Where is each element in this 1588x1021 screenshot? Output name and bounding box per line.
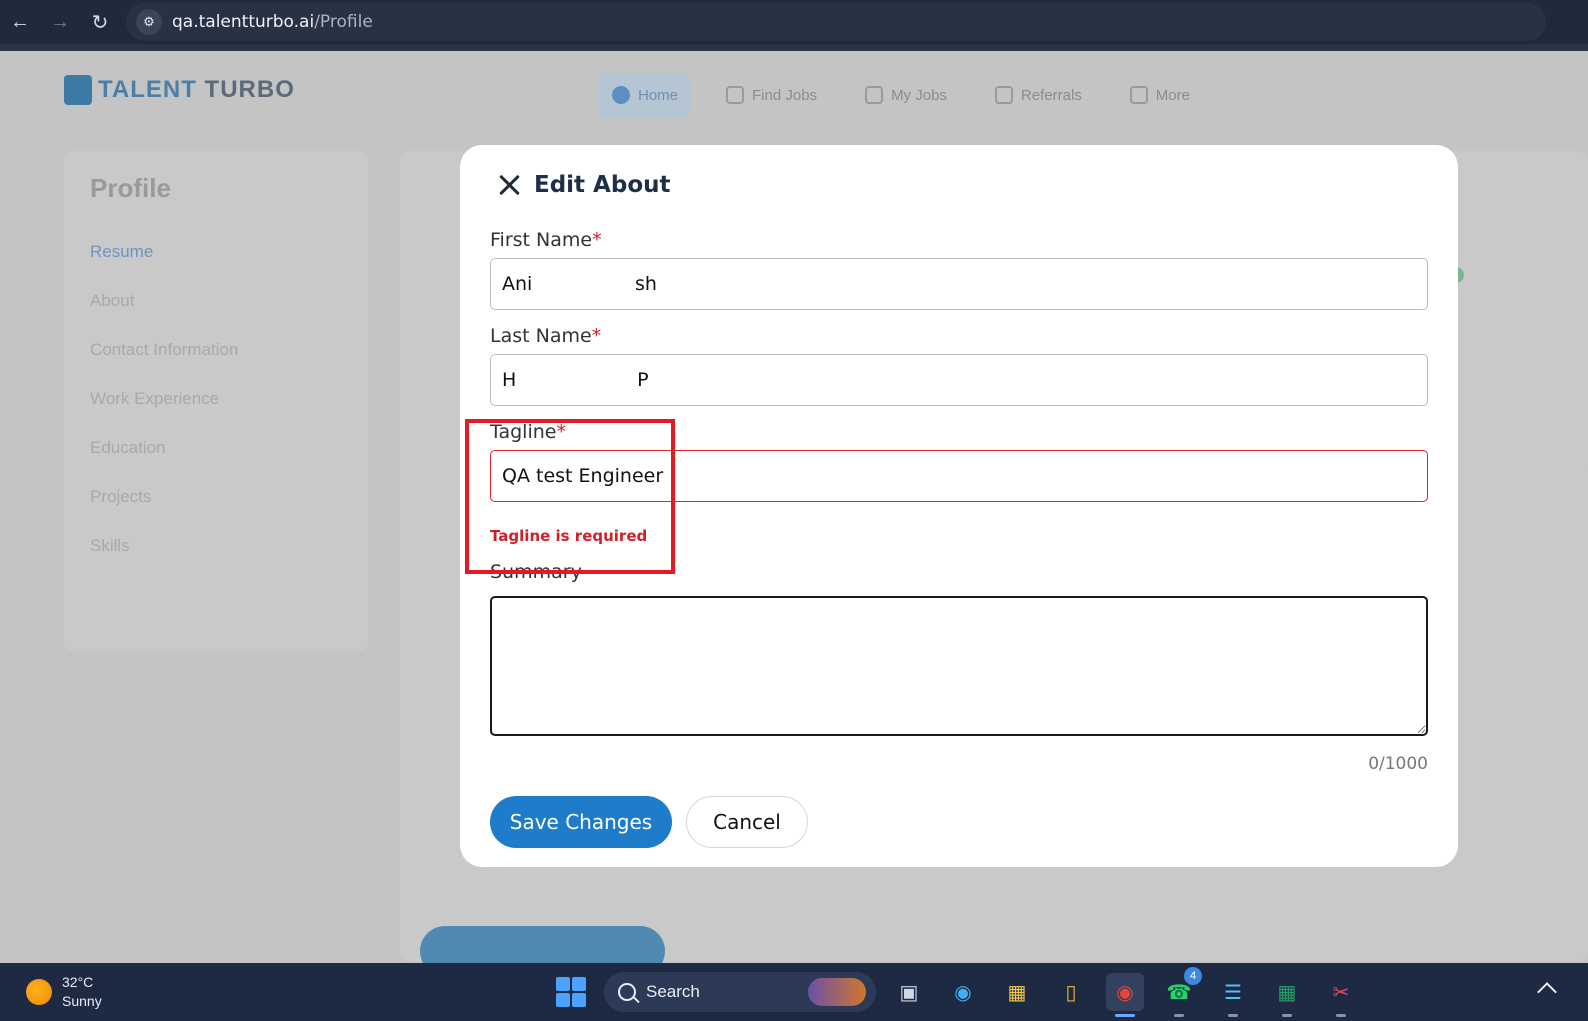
- browser-toolbar: ← → ↻ ⚙ qa.talentturbo.ai/Profile: [0, 0, 1588, 51]
- chrome-browser-icon[interactable]: ◉: [1106, 973, 1144, 1017]
- sidebar-item-work-experience: Work Experience: [90, 389, 220, 408]
- tagline-label: Tagline*: [490, 421, 566, 443]
- nav-more: More: [1116, 73, 1204, 117]
- whatsapp-icon[interactable]: ☎ 4: [1160, 967, 1202, 1017]
- top-navigation: Home Find Jobs My Jobs Referrals More: [598, 73, 1204, 117]
- address-bar[interactable]: ⚙ qa.talentturbo.ai/Profile: [126, 3, 1546, 41]
- notepad-icon[interactable]: ☰: [1214, 973, 1252, 1017]
- sidebar-item-resume: Resume: [90, 242, 154, 261]
- sidebar-title: Profile: [90, 173, 171, 203]
- edit-about-modal: Edit About First Name* Last Name* Taglin…: [460, 145, 1458, 867]
- site-settings-icon[interactable]: ⚙: [136, 9, 162, 35]
- sidebar-item-contact: Contact Information: [90, 340, 239, 359]
- file-explorer-icon[interactable]: ▯: [1052, 973, 1090, 1011]
- nav-home: Home: [598, 73, 693, 117]
- search-highlight-image: [808, 978, 866, 1006]
- sidebar-item-skills: Skills: [90, 536, 130, 555]
- first-name-input[interactable]: [490, 258, 1428, 310]
- cancel-button[interactable]: Cancel: [686, 796, 808, 848]
- weather-temperature: 32°C: [62, 974, 94, 990]
- search-icon: [726, 86, 745, 104]
- sun-icon: [26, 979, 52, 1005]
- excel-icon[interactable]: ▦: [1268, 973, 1306, 1017]
- more-icon: [1129, 86, 1148, 104]
- tagline-input[interactable]: [490, 450, 1428, 502]
- profile-sidebar: Profile Resume About Contact Information…: [64, 151, 368, 651]
- save-changes-button[interactable]: Save Changes: [490, 796, 672, 848]
- summary-character-counter: 0/1000: [1368, 754, 1428, 774]
- snipping-tool-icon[interactable]: ✂: [1322, 973, 1360, 1017]
- referral-icon: [994, 86, 1013, 104]
- summary-label: Summary: [490, 561, 582, 583]
- chevron-up-icon[interactable]: [1537, 982, 1557, 1002]
- tagline-error-message: Tagline is required: [490, 527, 648, 545]
- windows-start-icon[interactable]: [556, 977, 586, 1007]
- url-text: qa.talentturbo.ai/Profile: [172, 12, 373, 32]
- sidebar-item-projects: Projects: [90, 487, 152, 506]
- taskbar-search-label: Search: [646, 982, 700, 1001]
- nav-referrals: Referrals: [981, 73, 1096, 117]
- logo-mark-icon: [64, 75, 92, 105]
- last-name-label: Last Name*: [490, 325, 602, 347]
- reload-icon[interactable]: ↻: [80, 2, 120, 42]
- sidebar-item-education: Education: [90, 438, 166, 457]
- taskbar-search[interactable]: Search: [604, 972, 876, 1012]
- close-icon[interactable]: [496, 171, 524, 199]
- sidebar-item-about: About: [90, 291, 135, 310]
- app-header: TALENT TURBO Home Find Jobs My Jobs Refe…: [0, 51, 1588, 131]
- first-name-label: First Name*: [490, 229, 602, 251]
- talentturbo-logo: TALENT TURBO: [64, 75, 295, 105]
- forward-arrow-icon[interactable]: →: [40, 2, 80, 42]
- weather-description: Sunny: [62, 993, 102, 1009]
- weather-widget[interactable]: 32°C Sunny: [26, 973, 102, 1011]
- microsoft-store-icon[interactable]: ▦: [998, 973, 1036, 1011]
- summary-textarea[interactable]: [490, 596, 1428, 736]
- back-arrow-icon[interactable]: ←: [0, 2, 40, 42]
- nav-find-jobs: Find Jobs: [712, 73, 831, 117]
- task-view-icon[interactable]: ▣: [890, 973, 928, 1011]
- search-icon: [618, 983, 636, 1001]
- whatsapp-notification-badge: 4: [1184, 967, 1202, 985]
- last-name-input[interactable]: [490, 354, 1428, 406]
- modal-header: Edit About: [496, 171, 671, 199]
- windows-taskbar: 32°C Sunny Search ▣ ◉ ▦ ▯ ◉ ☎ 4 ☰ ▦ ✂: [0, 963, 1588, 1021]
- home-icon: [612, 86, 630, 104]
- nav-my-jobs: My Jobs: [851, 73, 961, 117]
- briefcase-icon: [865, 86, 884, 104]
- edge-browser-icon[interactable]: ◉: [944, 973, 982, 1011]
- modal-title: Edit About: [534, 172, 671, 198]
